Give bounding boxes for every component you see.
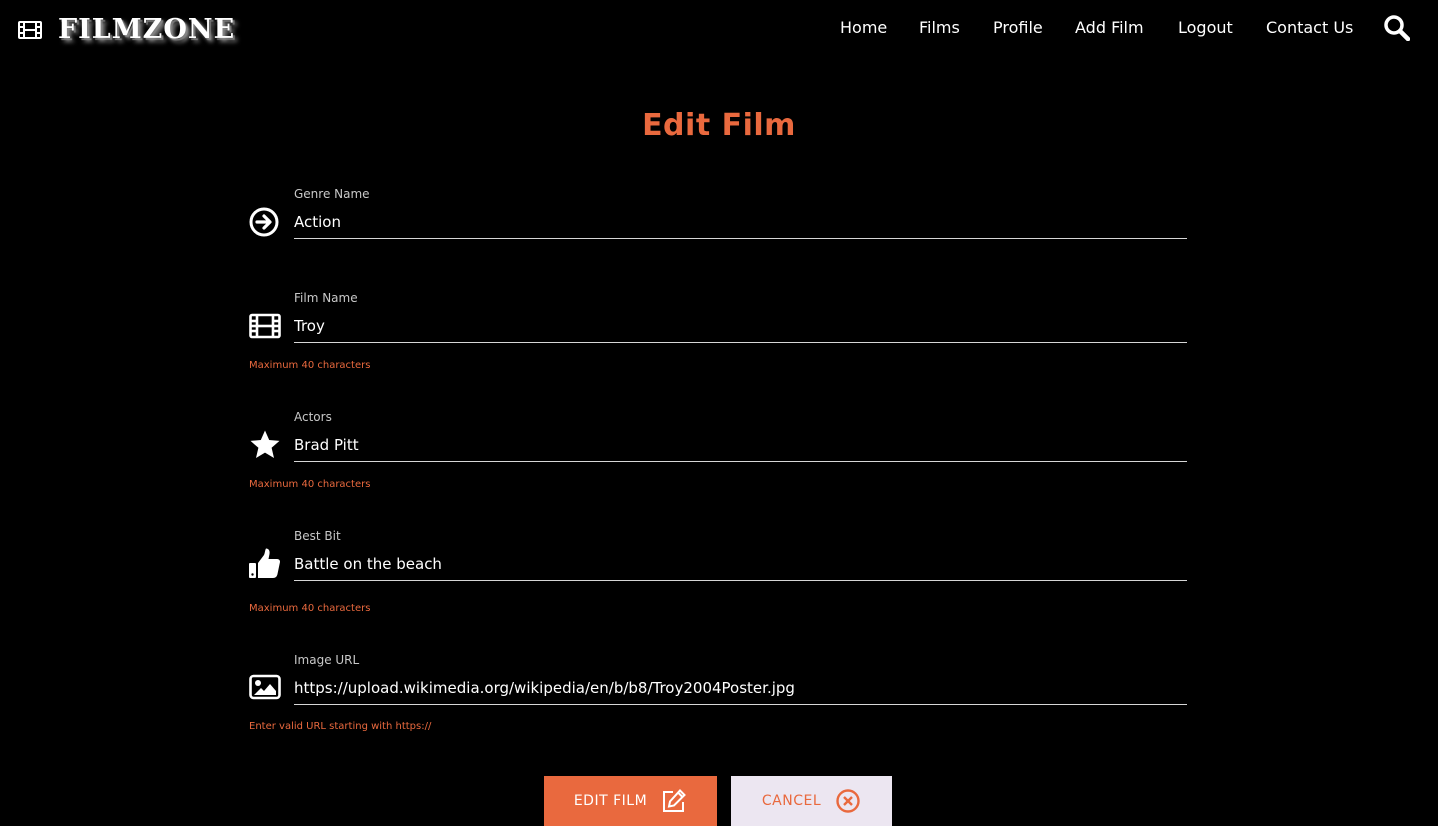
edit-icon [663, 789, 687, 812]
image-url-label: Image URL [294, 653, 360, 667]
image-url-hint: Enter valid URL starting with https:// [249, 721, 432, 732]
nav-add-film[interactable]: Add Film [1075, 18, 1144, 37]
star-icon [250, 430, 280, 458]
nav-logout[interactable]: Logout [1178, 18, 1233, 37]
nav-links: Home Films Profile Add Film Logout Conta… [0, 18, 1438, 42]
actors-hint: Maximum 40 characters [249, 479, 371, 490]
actors-input[interactable] [294, 428, 1187, 462]
actors-label: Actors [294, 410, 332, 424]
navbar: FILMZONE Home Films Profile Add Film Log… [0, 0, 1438, 56]
best-bit-label: Best Bit [294, 529, 341, 543]
thumbs-up-icon [249, 548, 281, 578]
film-name-input[interactable] [294, 309, 1187, 343]
edit-film-label: EDIT FILM [573, 793, 648, 809]
cancel-label: CANCEL [761, 793, 822, 809]
nav-films[interactable]: Films [919, 18, 960, 37]
film-name-field: Film Name Maximum 40 characters [249, 291, 1187, 373]
search-icon[interactable] [1383, 14, 1410, 41]
cancel-button[interactable]: CANCEL [731, 776, 892, 826]
film-name-hint: Maximum 40 characters [249, 360, 371, 371]
page-title: Edit Film [642, 108, 796, 143]
film-icon [249, 313, 281, 339]
close-circle-icon [836, 789, 860, 813]
actors-field: Actors Maximum 40 characters [249, 410, 1187, 492]
genre-field: Genre Name [249, 187, 1187, 247]
best-bit-input[interactable] [294, 547, 1187, 581]
genre-input[interactable] [294, 205, 1187, 239]
best-bit-hint: Maximum 40 characters [249, 603, 371, 614]
best-bit-field: Best Bit Maximum 40 characters [249, 529, 1187, 617]
nav-contact-us[interactable]: Contact Us [1266, 18, 1353, 37]
genre-label: Genre Name [294, 187, 370, 201]
nav-profile[interactable]: Profile [993, 18, 1043, 37]
image-url-input[interactable] [294, 671, 1187, 705]
image-url-field: Image URL Enter valid URL starting with … [249, 653, 1187, 741]
arrow-circle-right-icon [249, 207, 279, 237]
nav-home[interactable]: Home [840, 18, 887, 37]
edit-film-button[interactable]: EDIT FILM [544, 776, 717, 826]
film-name-label: Film Name [294, 291, 358, 305]
image-icon [249, 674, 281, 700]
